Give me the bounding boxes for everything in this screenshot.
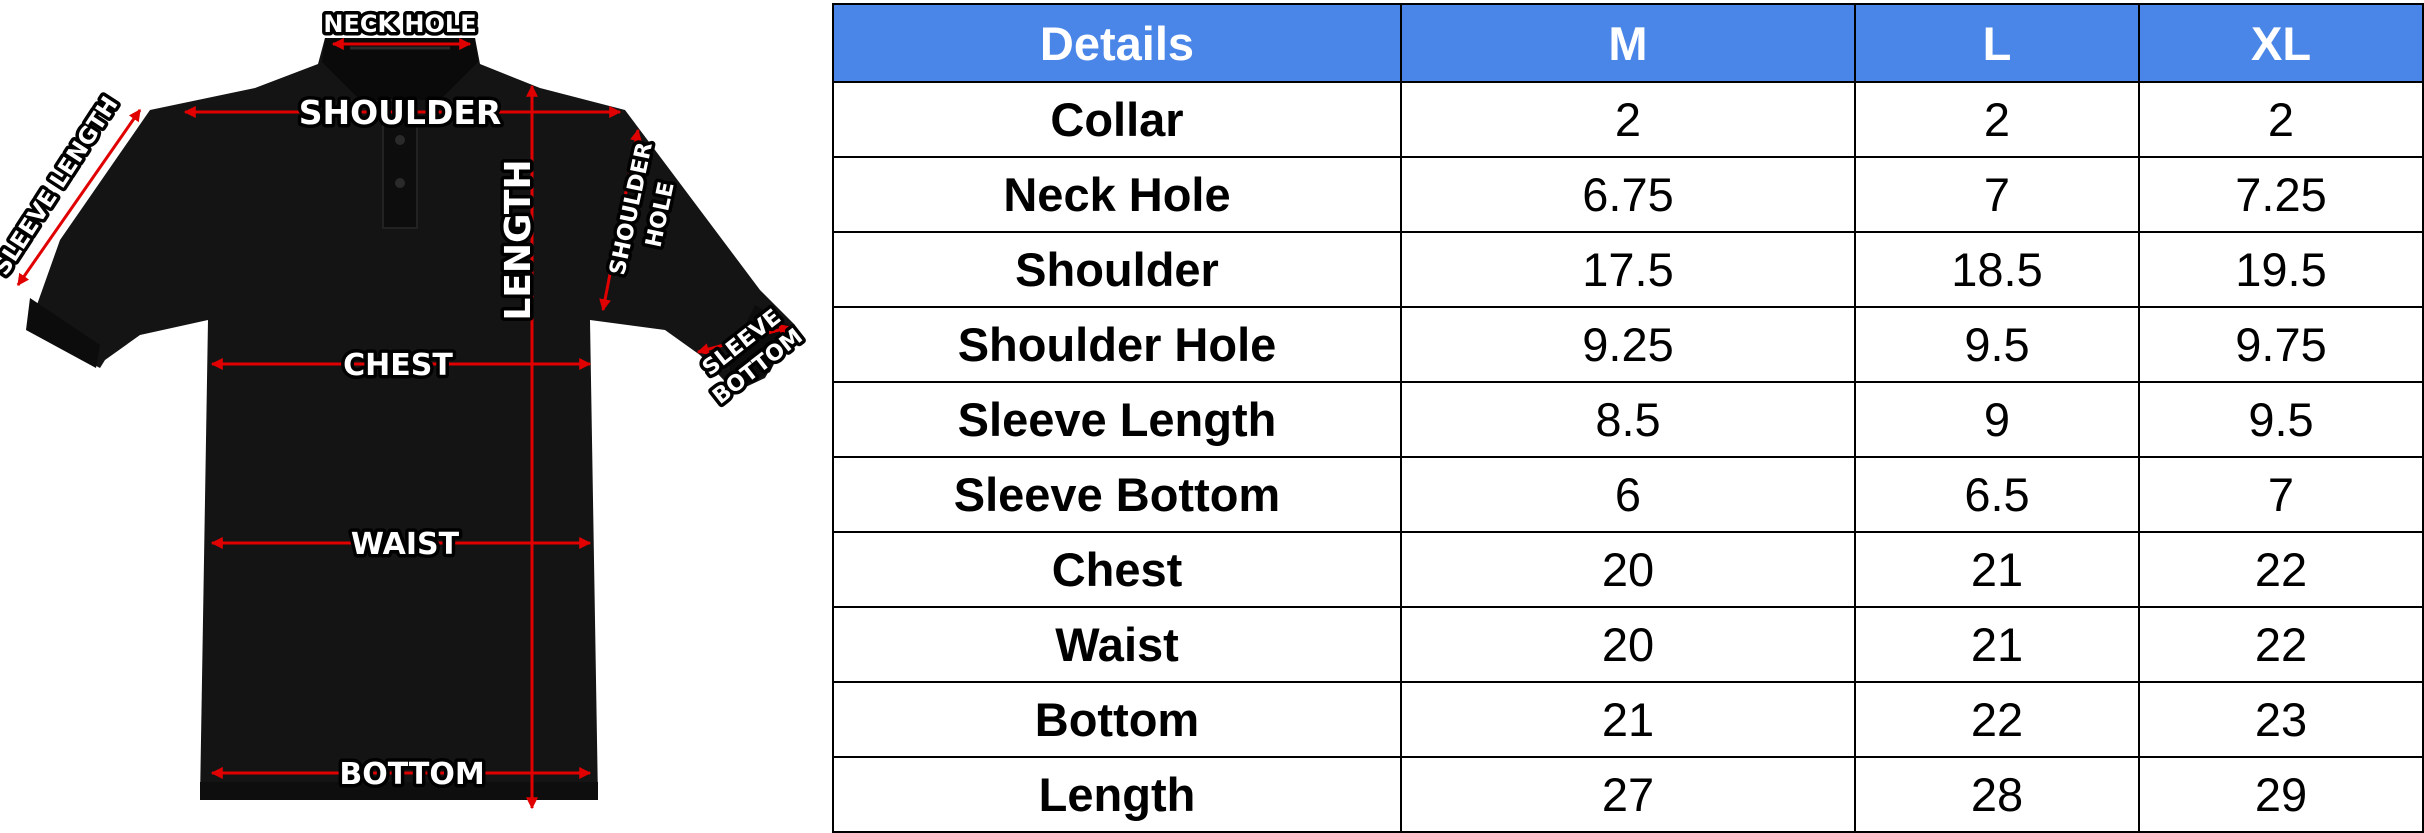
table-row: Neck Hole 6.75 7 7.25 — [832, 156, 2424, 233]
button-icon — [395, 178, 405, 188]
table-header-row: Details M L XL — [832, 3, 2424, 83]
table-row: Chest 20 21 22 — [832, 531, 2424, 608]
cell-xl: 2 — [2138, 81, 2424, 158]
row-label: Collar — [832, 81, 1402, 158]
table-row: Sleeve Length 8.5 9 9.5 — [832, 381, 2424, 458]
cell-m: 6 — [1400, 456, 1856, 533]
table-row: Shoulder 17.5 18.5 19.5 — [832, 231, 2424, 308]
table-row: Waist 20 21 22 — [832, 606, 2424, 683]
row-label: Sleeve Length — [832, 381, 1402, 458]
header-size-l: L — [1854, 3, 2140, 83]
cell-m: 8.5 — [1400, 381, 1856, 458]
cell-m: 21 — [1400, 681, 1856, 758]
row-label: Neck Hole — [832, 156, 1402, 233]
cell-m: 17.5 — [1400, 231, 1856, 308]
cell-xl: 29 — [2138, 756, 2424, 833]
length-label: LENGTH — [498, 159, 539, 320]
header-details: Details — [832, 3, 1402, 83]
cell-l: 6.5 — [1854, 456, 2140, 533]
cell-m: 2 — [1400, 81, 1856, 158]
cell-xl: 22 — [2138, 531, 2424, 608]
cell-m: 9.25 — [1400, 306, 1856, 383]
table-row: Length 27 28 29 — [832, 756, 2424, 833]
header-size-m: M — [1400, 3, 1856, 83]
waist-label: WAIST — [351, 527, 460, 562]
shirt-diagram: NECK HOLE SHOULDER SLEEVE LENGTH LENGTH … — [0, 0, 820, 816]
button-icon — [395, 135, 405, 145]
row-label: Shoulder — [832, 231, 1402, 308]
cell-l: 22 — [1854, 681, 2140, 758]
cell-m: 20 — [1400, 531, 1856, 608]
cell-l: 9.5 — [1854, 306, 2140, 383]
cell-l: 2 — [1854, 81, 2140, 158]
cell-m: 20 — [1400, 606, 1856, 683]
cell-xl: 9.75 — [2138, 306, 2424, 383]
bottom-label: BOTTOM — [339, 757, 484, 792]
row-label: Sleeve Bottom — [832, 456, 1402, 533]
chest-label: CHEST — [343, 348, 453, 383]
row-label: Length — [832, 756, 1402, 833]
neck-hole-label: NECK HOLE — [323, 10, 476, 38]
cell-l: 9 — [1854, 381, 2140, 458]
row-label: Waist — [832, 606, 1402, 683]
cell-xl: 22 — [2138, 606, 2424, 683]
cell-m: 27 — [1400, 756, 1856, 833]
header-size-xl: XL — [2138, 3, 2424, 83]
size-chart-table: Details M L XL Collar 2 2 2 Neck Hole 6.… — [832, 3, 2424, 833]
cell-xl: 7 — [2138, 456, 2424, 533]
row-label: Shoulder Hole — [832, 306, 1402, 383]
row-label: Chest — [832, 531, 1402, 608]
cell-l: 7 — [1854, 156, 2140, 233]
row-label: Bottom — [832, 681, 1402, 758]
table-row: Collar 2 2 2 — [832, 81, 2424, 158]
cell-m: 6.75 — [1400, 156, 1856, 233]
cell-xl: 7.25 — [2138, 156, 2424, 233]
cell-xl: 9.5 — [2138, 381, 2424, 458]
cell-l: 21 — [1854, 606, 2140, 683]
table-row: Sleeve Bottom 6 6.5 7 — [832, 456, 2424, 533]
cell-l: 18.5 — [1854, 231, 2140, 308]
cell-l: 21 — [1854, 531, 2140, 608]
cell-xl: 23 — [2138, 681, 2424, 758]
table-row: Shoulder Hole 9.25 9.5 9.75 — [832, 306, 2424, 383]
table-row: Bottom 21 22 23 — [832, 681, 2424, 758]
shoulder-label: SHOULDER — [299, 93, 502, 132]
cell-xl: 19.5 — [2138, 231, 2424, 308]
cell-l: 28 — [1854, 756, 2140, 833]
